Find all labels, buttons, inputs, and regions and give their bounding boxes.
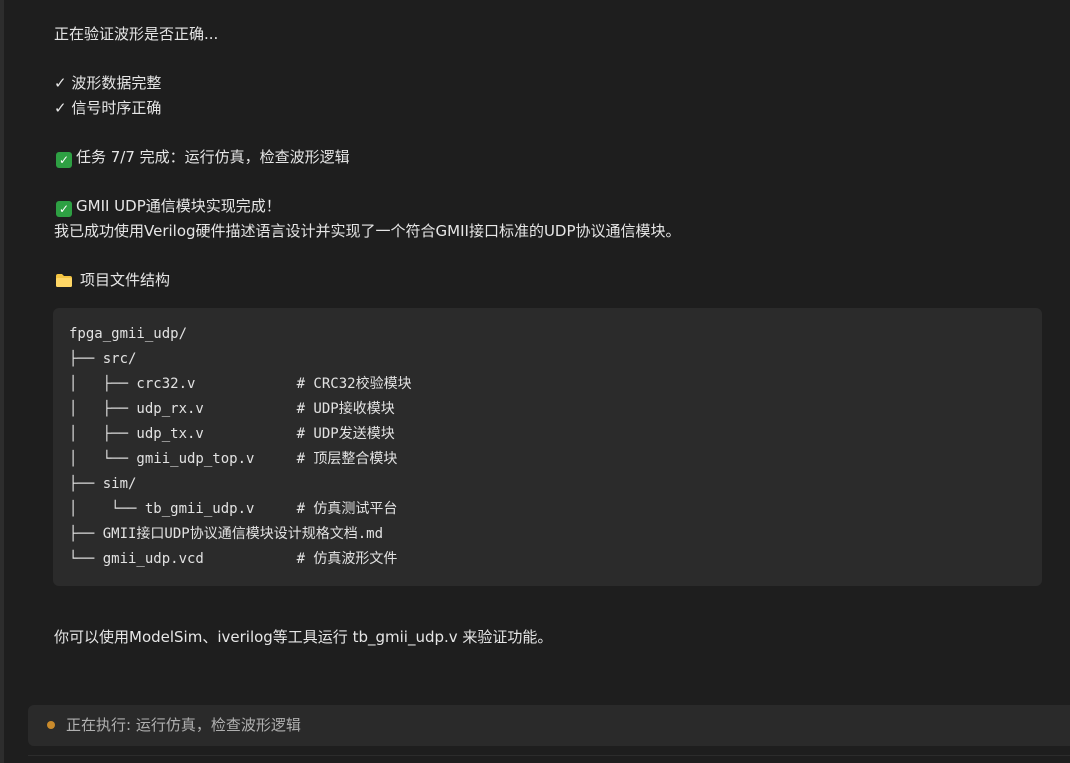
status-text: 正在执行: 运行仿真，检查波形逻辑 (66, 716, 301, 734)
tree-line: │ └── gmii_udp_top.v # 顶层整合模块 (69, 451, 398, 467)
white-check-mark-icon: ✓ (56, 201, 72, 217)
divider (28, 755, 1070, 756)
check-signal-timing: ✓ 信号时序正确 (54, 99, 162, 117)
tree-line: ├── GMII接口UDP协议通信模块设计规格文档.md (69, 526, 384, 542)
check-waveform-complete: ✓ 波形数据完整 (54, 74, 162, 92)
module-complete-line: ✓ GMII UDP通信模块实现完成！ (54, 196, 281, 217)
folder-icon (56, 274, 72, 287)
left-panel-border (0, 0, 4, 763)
tree-line: │ ├── udp_rx.v # UDP接收模块 (69, 401, 395, 417)
status-dot-icon (47, 721, 55, 729)
summary-text: 我已成功使用Verilog硬件描述语言设计并实现了一个符合GMII接口标准的UD… (54, 222, 681, 240)
tree-line: ├── src/ (69, 351, 137, 367)
execution-status-bar[interactable]: 正在执行: 运行仿真，检查波形逻辑 (28, 705, 1070, 746)
tree-line: │ ├── crc32.v # CRC32校验模块 (69, 376, 412, 392)
task-complete-text: 任务 7/7 完成：运行仿真，检查波形逻辑 (76, 148, 350, 166)
usage-text: 你可以使用ModelSim、iverilog等工具运行 tb_gmii_udp.… (54, 628, 553, 646)
structure-heading-line: 项目文件结构 (54, 270, 170, 290)
tree-line: │ ├── udp_tx.v # UDP发送模块 (69, 426, 395, 442)
tree-line: │ └── tb_gmii_udp.v # 仿真测试平台 (69, 501, 398, 517)
task-complete-line: ✓ 任务 7/7 完成：运行仿真，检查波形逻辑 (54, 147, 350, 168)
structure-heading-text: 项目文件结构 (80, 271, 171, 289)
tree-line: └── gmii_udp.vcd # 仿真波形文件 (69, 551, 398, 567)
tree-line: ├── sim/ (69, 476, 137, 492)
verifying-text: 正在验证波形是否正确... (54, 25, 219, 43)
tree-line: fpga_gmii_udp/ (69, 326, 188, 342)
file-tree-code-block: fpga_gmii_udp/ ├── src/ │ ├── crc32.v # … (53, 308, 1042, 586)
module-complete-text: GMII UDP通信模块实现完成！ (76, 197, 281, 215)
white-check-mark-icon: ✓ (56, 152, 72, 168)
